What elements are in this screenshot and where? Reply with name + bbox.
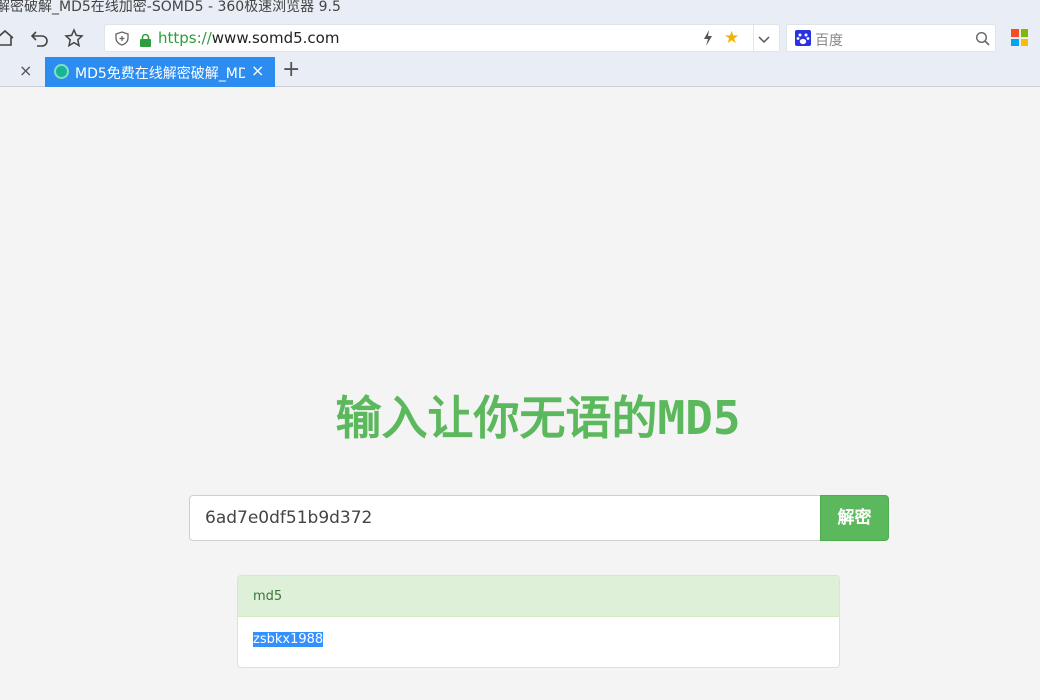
address-bar[interactable]: https://www.somd5.com ★: [104, 24, 780, 52]
new-tab-icon[interactable]: +: [282, 57, 300, 82]
home-icon[interactable]: [0, 27, 16, 49]
page-headline: 输入让你无语的MD5: [335, 391, 741, 445]
result-value[interactable]: zsbkx1988: [253, 632, 324, 647]
close-icon[interactable]: ×: [251, 61, 264, 80]
browser-toolbar: https://www.somd5.com ★ 百度: [0, 22, 1040, 56]
url-host: www.somd5.com: [211, 29, 340, 47]
lock-icon: [139, 32, 152, 51]
chevron-down-icon[interactable]: [757, 31, 771, 50]
browser-titlebar: 解密破解_MD5在线加密-SOMD5 - 360极速浏览器 9.5: [0, 0, 1040, 22]
result-panel-body: zsbkx1988: [238, 617, 839, 647]
tab-bar: × MD5免费在线解密破解_MD5在线加密-SOMD5 × +: [0, 56, 1040, 87]
shield-icon[interactable]: [115, 31, 129, 50]
divider: [753, 25, 754, 51]
lightning-icon[interactable]: [703, 30, 713, 50]
search-engine-name: 百度: [815, 33, 843, 49]
site-favicon-icon: [54, 64, 69, 79]
url-text[interactable]: https://www.somd5.com: [158, 29, 339, 47]
search-box[interactable]: 百度: [786, 24, 996, 52]
apps-grid-icon[interactable]: [1011, 29, 1028, 46]
search-icon[interactable]: [975, 31, 990, 50]
favorite-star-icon[interactable]: ★: [724, 28, 739, 48]
decrypt-button[interactable]: 解密: [820, 495, 889, 541]
url-scheme: https://: [158, 29, 212, 47]
window-title: 解密破解_MD5在线加密-SOMD5 - 360极速浏览器 9.5: [0, 0, 341, 15]
baidu-paw-icon[interactable]: [795, 30, 811, 46]
close-tab-icon[interactable]: ×: [19, 61, 32, 80]
undo-icon[interactable]: [29, 27, 51, 49]
tab-title: MD5免费在线解密破解_MD5在线加密-SOMD5: [75, 66, 245, 82]
md5-hash-input[interactable]: 6ad7e0df51b9d372: [189, 495, 821, 541]
result-panel-header: md5: [238, 576, 839, 617]
result-panel: md5 zsbkx1988: [237, 575, 840, 668]
tab-somd5[interactable]: MD5免费在线解密破解_MD5在线加密-SOMD5 ×: [45, 57, 275, 87]
bookmark-star-icon[interactable]: [63, 27, 85, 49]
